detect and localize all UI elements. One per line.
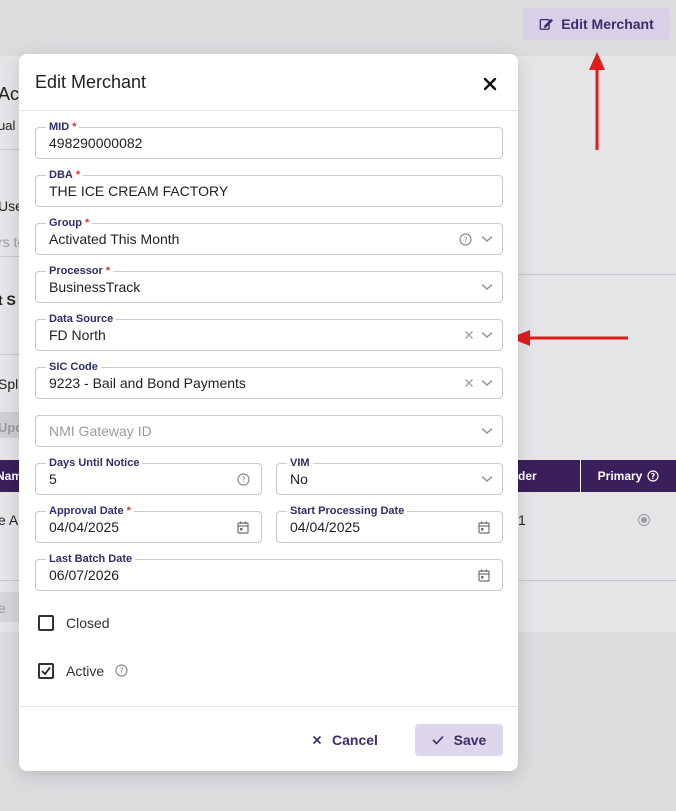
close-icon[interactable] — [480, 74, 500, 94]
chevron-down-icon[interactable] — [480, 232, 494, 246]
vim-select[interactable]: VIM No — [276, 456, 503, 495]
start-processing-date-value: 04/04/2025 — [290, 519, 361, 535]
edit-merchant-label: Edit Merchant — [561, 16, 654, 32]
calendar-icon[interactable] — [477, 568, 491, 582]
chevron-down-icon[interactable] — [480, 280, 494, 294]
annotation-arrow-left — [510, 330, 628, 346]
bg-fragment: Ac — [0, 84, 20, 104]
active-checkbox[interactable] — [38, 663, 54, 679]
check-icon — [41, 666, 51, 676]
data-source-select[interactable]: Data Source FD North — [35, 312, 503, 351]
svg-text:?: ? — [241, 475, 245, 484]
start-processing-date-field[interactable]: Start Processing Date 04/04/2025 — [276, 504, 503, 543]
data-source-value: FD North — [49, 327, 106, 343]
clear-icon[interactable] — [462, 376, 476, 390]
calendar-icon[interactable] — [236, 520, 250, 534]
dba-field[interactable]: DBA * THE ICE CREAM FACTORY — [35, 168, 503, 207]
group-select[interactable]: Group * Activated This Month ? — [35, 216, 503, 255]
table-header-primary: Primary ? — [581, 460, 676, 492]
cancel-button[interactable]: Cancel — [312, 724, 388, 756]
processor-select[interactable]: Processor * BusinessTrack — [35, 264, 503, 303]
chevron-down-icon[interactable] — [480, 472, 494, 486]
modal-title: Edit Merchant — [35, 72, 147, 92]
group-value: Activated This Month — [49, 231, 180, 247]
active-label: Active — [66, 663, 105, 679]
bg-fragment: ual — [0, 118, 16, 133]
edit-merchant-button[interactable]: Edit Merchant — [523, 8, 670, 40]
primary-radio[interactable] — [638, 514, 650, 526]
sic-code-value: 9223 - Bail and Bond Payments — [49, 375, 246, 391]
bg-fragment: e — [0, 600, 6, 616]
approval-date-field[interactable]: Approval Date * 04/04/2025 — [35, 504, 262, 543]
edit-merchant-modal: Edit Merchant MID * 498290000082 DBA * THE… — [19, 54, 518, 771]
dba-value: THE ICE CREAM FACTORY — [49, 183, 229, 199]
mid-field[interactable]: MID * 498290000082 — [35, 120, 503, 159]
bg-fragment: 1 — [518, 512, 526, 528]
approval-date-value: 04/04/2025 — [49, 519, 120, 535]
mid-value: 498290000082 — [49, 135, 143, 151]
days-until-notice-field[interactable]: Days Until Notice 5 ? — [35, 456, 262, 495]
save-button[interactable]: Save — [415, 724, 503, 756]
help-icon[interactable]: ? — [236, 472, 250, 486]
nmi-gateway-placeholder: NMI Gateway ID — [49, 423, 152, 439]
close-icon — [312, 735, 322, 745]
bg-fragment: t S — [0, 292, 16, 308]
table-header-name: Nam — [0, 460, 22, 492]
chevron-down-icon[interactable] — [480, 376, 494, 390]
svg-text:?: ? — [651, 472, 656, 481]
check-icon — [432, 735, 444, 745]
sic-code-select[interactable]: SIC Code 9223 - Bail and Bond Payments — [35, 360, 503, 399]
help-icon[interactable]: ? — [115, 664, 128, 682]
last-batch-date-value: 06/07/2026 — [49, 567, 120, 583]
days-until-notice-value: 5 — [49, 471, 57, 487]
bg-fragment: e A — [0, 512, 19, 528]
table-header-order: der — [518, 460, 581, 492]
help-icon[interactable]: ? — [458, 232, 472, 246]
help-icon: ? — [647, 470, 659, 482]
edit-icon — [539, 18, 554, 30]
processor-value: BusinessTrack — [49, 279, 141, 295]
vim-value: No — [290, 471, 308, 487]
nmi-gateway-select[interactable]: NMI Gateway ID — [35, 415, 503, 447]
annotation-arrow-up — [589, 52, 605, 150]
calendar-icon[interactable] — [477, 520, 491, 534]
svg-text:?: ? — [463, 235, 467, 244]
closed-checkbox[interactable] — [38, 615, 54, 631]
chevron-down-icon[interactable] — [480, 424, 494, 438]
svg-text:?: ? — [119, 667, 123, 676]
clear-icon[interactable] — [462, 328, 476, 342]
closed-label: Closed — [66, 615, 110, 631]
bg-fragment: Spl — [0, 376, 19, 392]
chevron-down-icon[interactable] — [480, 328, 494, 342]
last-batch-date-field[interactable]: Last Batch Date 06/07/2026 — [35, 552, 503, 591]
